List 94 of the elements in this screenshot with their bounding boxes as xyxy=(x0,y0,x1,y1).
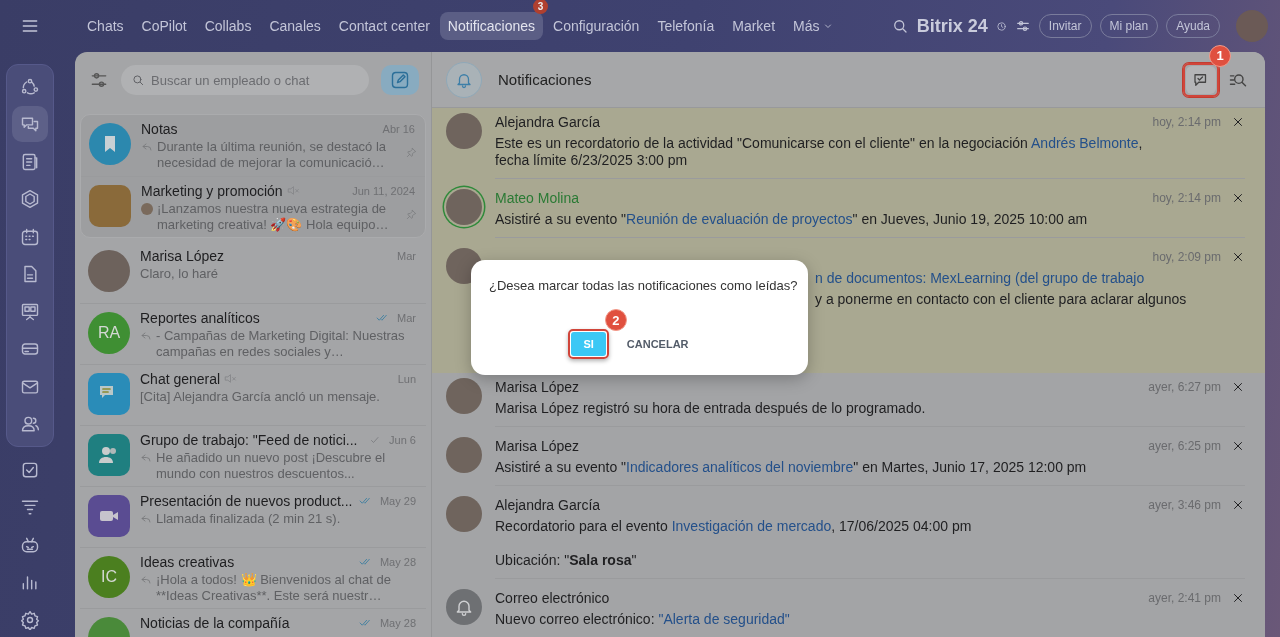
author-name[interactable]: Correo electrónico xyxy=(495,590,610,606)
close-icon[interactable] xyxy=(1231,115,1245,129)
notification-item[interactable]: Marisa López ayer, 6:27 pm Marisa López registró su hora de entrada después de lo programado. xyxy=(432,373,1265,432)
preview-text: Llamada finalizada (2 min 21 s). xyxy=(156,511,342,527)
notification-text: Asistiré a su evento "Reunión de evaluación de proyectos" en Jueves, Junio 19, 2025 10:00 am xyxy=(495,211,1089,228)
link[interactable]: Reunión de evaluación de proyectos xyxy=(626,211,853,227)
close-icon[interactable] xyxy=(1231,498,1245,512)
notification-item[interactable]: Alejandra García ayer, 3:46 pm Recordatorio para el evento Investigación de mercado, 17/06/2025 04:00 pm Ubicación: "Sala rosa" xyxy=(432,491,1265,584)
preview-text: Claro, lo haré xyxy=(140,266,220,282)
chat-title: Marketing y promoción xyxy=(141,182,283,199)
link[interactable]: "Alerta de seguridad" xyxy=(658,611,790,627)
photo-placeholder xyxy=(89,185,131,227)
nav-tab[interactable]: Notificaciones xyxy=(439,12,543,40)
hexagon-icon xyxy=(20,189,40,210)
close-icon[interactable] xyxy=(1231,191,1245,205)
circular-arrows-icon xyxy=(20,76,40,97)
presentation-board-icon xyxy=(20,301,40,322)
link[interactable]: Indicadores analíticos del noviembre xyxy=(626,459,854,475)
notification-time: hoy, 2:14 pm xyxy=(1152,115,1221,129)
notification-text: Marisa López registró su hora de entrada después de lo programado. xyxy=(495,400,927,417)
step-badge: 2 xyxy=(604,309,627,331)
close-icon[interactable] xyxy=(1231,250,1245,264)
notification-time: ayer, 6:25 pm xyxy=(1148,439,1221,453)
sliders-icon[interactable] xyxy=(89,70,109,90)
notification-text: Ubicación: "Sala rosa" xyxy=(495,552,638,569)
step-badge: 1 xyxy=(1209,44,1231,67)
edit-icon xyxy=(390,70,410,90)
brand-logo: Bitrix 24 xyxy=(916,15,988,37)
avatar-placeholder xyxy=(88,250,130,292)
search-field[interactable]: Buscar un empleado o chat xyxy=(121,65,369,95)
news-feed-icon xyxy=(20,151,40,172)
preview-text: ¡Lanzamos nuestra nueva estrategia de marketing creativa! 🚀🎨 Hola equipo… xyxy=(157,201,390,233)
nav-tab[interactable]: Más xyxy=(785,12,843,40)
notification-item[interactable]: Alejandra García hoy, 2:14 pm Este es un recordatorio de la actividad "Comunicarse con el cliente" en la negociación Andrés Belmonte, fecha límite 6/23/2025 3:00 pm xyxy=(432,108,1265,184)
nav-tab[interactable]: Contact center xyxy=(330,12,438,40)
sliders-icon[interactable] xyxy=(1014,18,1031,34)
nav-tab[interactable]: Market xyxy=(724,12,784,40)
preview-text: - Campañas de Marketing Digital: Nuestras campañas en redes sociales y… xyxy=(156,328,406,360)
notification-time: hoy, 2:14 pm xyxy=(1152,191,1221,205)
notification-text: y a ponerme en contacto con el cliente para aclarar algunos xyxy=(815,291,1187,308)
settings-icon xyxy=(20,609,40,630)
preview-text: [Cita] Alejandra García ancló un mensaje. xyxy=(140,389,381,405)
chat-title: Reportes analíticos xyxy=(140,309,260,326)
clock-icon xyxy=(995,20,1007,32)
nav-tab[interactable]: Chats xyxy=(79,12,132,40)
chat-title: Presentación de nuevos product... xyxy=(140,492,353,509)
preview-text: ¡Hola a todos! 👑 Bienvenidos al chat de **Ideas Creativas**. Este será nuestr… xyxy=(156,572,392,604)
nav-tab[interactable]: Canales xyxy=(261,12,329,40)
chat-title: Notas xyxy=(141,120,178,137)
sidebar-item[interactable] xyxy=(12,106,48,143)
avatar-placeholder xyxy=(446,378,482,414)
notification-text: Este es un recordatorio de la actividad "Comunicarse con el cliente" en la negociación Andrés Belmonte, fecha límite 6/23/2025 3:00 pm xyxy=(495,135,1144,169)
count-badge: 3 xyxy=(533,0,548,14)
notification-time: ayer, 2:41 pm xyxy=(1148,591,1221,605)
avatar-placeholder xyxy=(446,496,482,532)
link[interactable]: n de documentos: MexLearning (del grupo de trabajo xyxy=(815,270,1145,286)
calendar-icon xyxy=(20,226,40,247)
nav-tab[interactable]: CoPilot xyxy=(133,12,195,40)
notification-text: Nuevo correo electrónico: "Alerta de seguridad" xyxy=(495,611,791,628)
close-icon[interactable] xyxy=(1231,380,1245,394)
notification-time: hoy, 2:09 pm xyxy=(1152,250,1221,264)
notification-item[interactable]: Mateo Molina hoy, 2:14 pm Asistiré a su evento "Reunión de evaluación de proyectos" en Jueves, Junio 19, 2025 10:00 am xyxy=(432,184,1265,243)
author-name[interactable]: Alejandra García xyxy=(495,114,601,130)
dialog-message: ¿Desea marcar todas las notificaciones como leídas? xyxy=(489,278,798,293)
preview-text: Durante la última reunión, se destacó la necesidad de mejorar la comunicació… xyxy=(157,139,388,171)
author-name[interactable]: Marisa López xyxy=(495,438,580,454)
preview-text: He añadido un nuevo post ¡Descubre el mundo con nuestros descuentos... xyxy=(156,450,387,482)
nav-tab[interactable]: Collabs xyxy=(196,12,260,40)
avatar-placeholder xyxy=(446,113,482,149)
notification-time: ayer, 3:46 pm xyxy=(1148,498,1221,512)
notification-item[interactable]: Marisa López ayer, 6:25 pm Asistiré a su evento "Indicadores analíticos del noviembre" en Martes, Junio 17, 2025 12:00 pm xyxy=(432,432,1265,491)
chat-title: Grupo de trabajo: "Feed de notici... xyxy=(140,431,358,448)
pin-icon xyxy=(406,147,417,158)
notification-text: Asistiré a su evento "Indicadores analíticos del noviembre" en Martes, Junio 17, 2025 12:00 pm xyxy=(495,459,1088,476)
panel-title: Notificaciones xyxy=(498,71,592,88)
chat-title: Noticias de la compañía xyxy=(140,614,290,631)
close-icon[interactable] xyxy=(1231,591,1245,605)
notification-time: ayer, 6:27 pm xyxy=(1148,380,1221,394)
close-icon[interactable] xyxy=(1231,439,1245,453)
initials-avatar: RA xyxy=(88,312,130,354)
author-name[interactable]: Alejandra García xyxy=(495,497,601,513)
chat-title: Marisa López xyxy=(140,247,225,264)
chat-title: Ideas creativas xyxy=(140,553,235,570)
chat-title: Chat general xyxy=(140,370,221,387)
cancel-button[interactable]: CANCELAR xyxy=(616,332,699,356)
initials-avatar: IC xyxy=(88,556,130,598)
author-name[interactable]: Marisa López xyxy=(495,379,580,395)
notification-item[interactable]: Correo electrónico ayer, 2:41 pm Nuevo correo electrónico: "Alerta de seguridad" xyxy=(432,584,1265,637)
search-icon xyxy=(131,73,145,87)
nav-tab[interactable]: Telefonía xyxy=(649,12,723,40)
avatar-placeholder xyxy=(446,437,482,473)
pin-icon xyxy=(406,209,417,220)
nav-tab[interactable]: Configuración xyxy=(545,12,648,40)
notification-text: Recordatorio para el evento Investigación de mercado, 17/06/2025 04:00 pm xyxy=(495,518,973,535)
